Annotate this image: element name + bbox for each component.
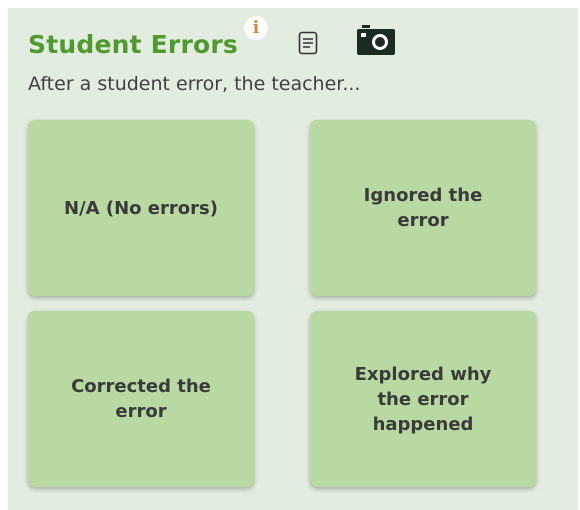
student-errors-panel: Student Errors i After a student error, …	[8, 8, 578, 510]
option-card-ignored[interactable]: Ignored the error	[310, 120, 536, 296]
option-card-no-errors[interactable]: N/A (No errors)	[28, 120, 254, 296]
option-card-explored[interactable]: Explored why the error happened	[310, 311, 536, 487]
camera-icon[interactable]	[356, 23, 396, 57]
panel-header: Student Errors	[28, 30, 238, 59]
info-icon[interactable]: i	[244, 16, 268, 40]
option-card-corrected[interactable]: Corrected the error	[28, 311, 254, 487]
document-icon[interactable]	[298, 31, 318, 55]
question-prompt: After a student error, the teacher...	[28, 73, 361, 95]
panel-title: Student Errors	[28, 30, 238, 59]
